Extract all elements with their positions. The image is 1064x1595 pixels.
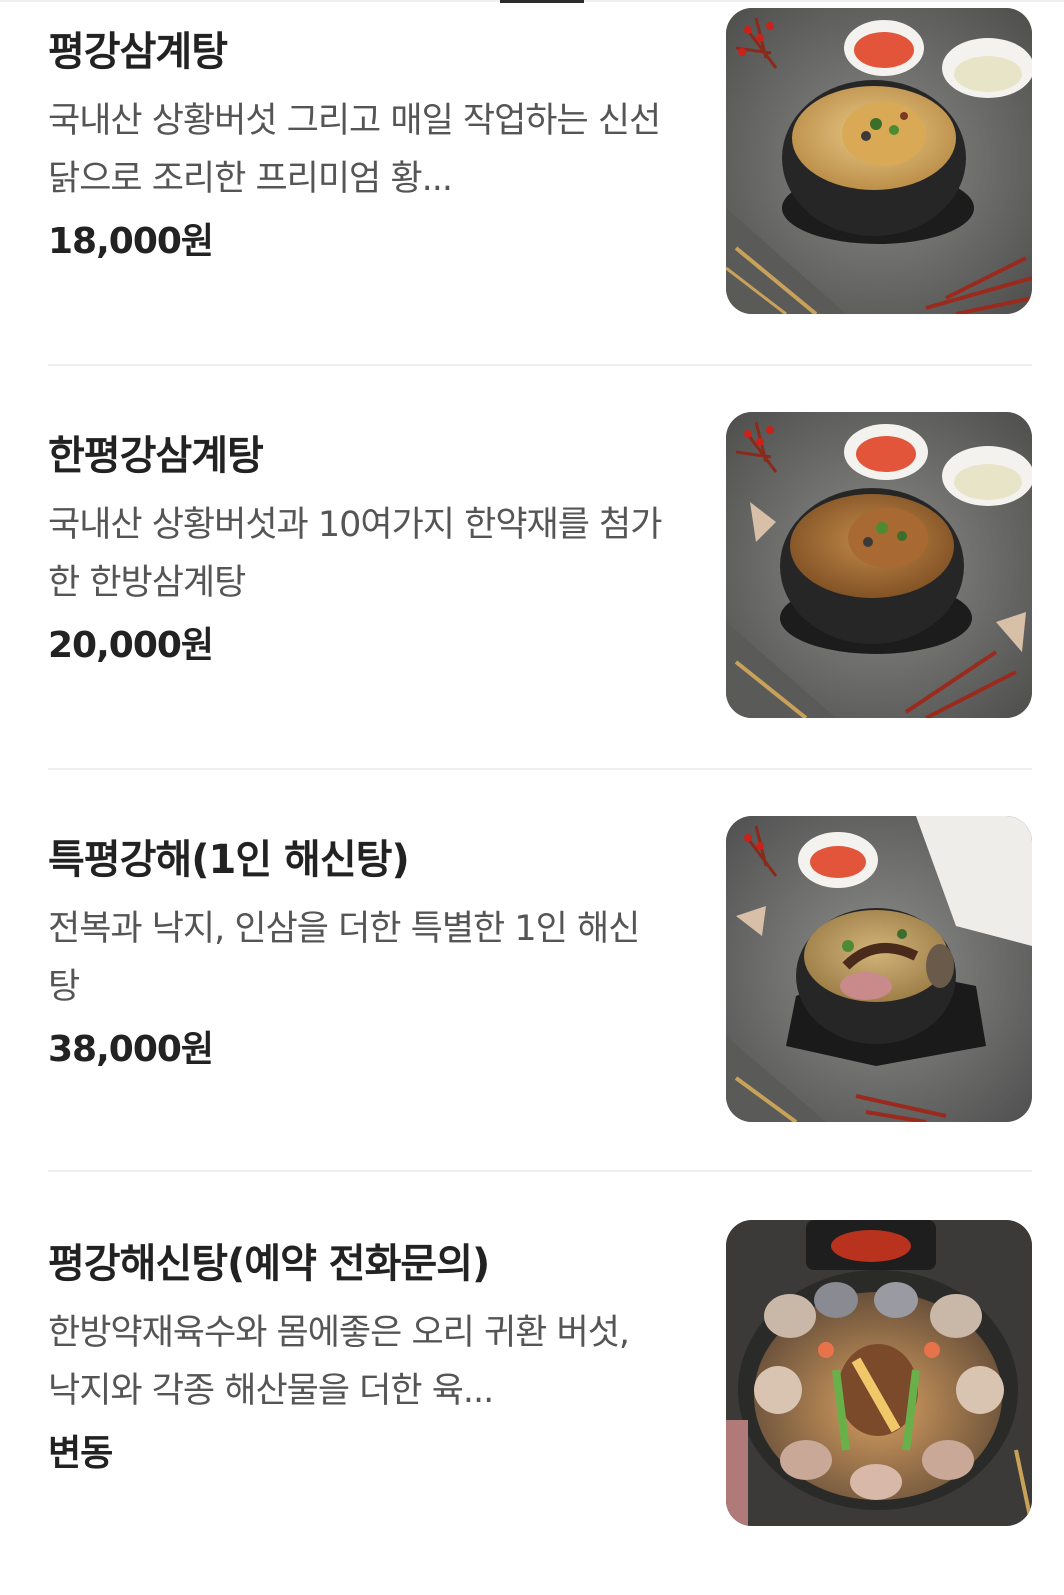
menu-item-name: 한평강삼계탕 <box>48 433 264 479</box>
menu-item-name: 평강삼계탕 <box>48 29 228 75</box>
herbal-samgyetang-photo-art <box>726 412 1032 718</box>
menu-item[interactable]: 한평강삼계탕 국내산 상황버섯과 10여가지 한약재를 첨가한 한방삼계탕 20… <box>48 404 1032 718</box>
menu-item-price: 18,000원 <box>48 221 214 262</box>
divider <box>48 1170 1032 1172</box>
herbal-samgyetang-clay-pot-photo[interactable] <box>726 412 1032 718</box>
menu-item-text: 평강삼계탕 국내산 상황버섯 그리고 매일 작업하는 신선닭으로 조리한 프리미… <box>48 0 668 266</box>
menu-item-price: 38,000원 <box>48 1029 214 1070</box>
menu-item-text: 특평강해(1인 해신탕) 전복과 낙지, 인삼을 더한 특별한 1인 해신탕 3… <box>48 808 668 1074</box>
menu-item-name: 평강해신탕(예약 전화문의) <box>48 1241 490 1287</box>
menu-item-description: 전복과 낙지, 인삼을 더한 특별한 1인 해신탕 <box>48 909 640 1007</box>
seafood-soup-clay-pot-photo[interactable] <box>726 816 1032 1122</box>
samgyetang-photo-art <box>726 8 1032 314</box>
menu-item-description: 국내산 상황버섯과 10여가지 한약재를 첨가한 한방삼계탕 <box>48 505 662 603</box>
menu-item-description: 국내산 상황버섯 그리고 매일 작업하는 신선닭으로 조리한 프리미엄 황... <box>48 101 661 199</box>
seafood-platter-photo-art <box>726 1220 1032 1526</box>
menu-item[interactable]: 특평강해(1인 해신탕) 전복과 낙지, 인삼을 더한 특별한 1인 해신탕 3… <box>48 808 1032 1122</box>
divider <box>48 768 1032 770</box>
menu-item[interactable]: 평강해신탕(예약 전화문의) 한방약재육수와 몸에좋은 오리 귀환 버섯, 낙지… <box>48 1212 1032 1526</box>
menu-item-name: 특평강해(1인 해신탕) <box>48 837 410 883</box>
seafood-soup-photo-art <box>726 816 1032 1122</box>
menu-item-text: 한평강삼계탕 국내산 상황버섯과 10여가지 한약재를 첨가한 한방삼계탕 20… <box>48 404 668 670</box>
menu-item[interactable]: 평강삼계탕 국내산 상황버섯 그리고 매일 작업하는 신선닭으로 조리한 프리미… <box>48 0 1032 314</box>
seafood-platter-pot-photo[interactable] <box>726 1220 1032 1526</box>
menu-item-description: 한방약재육수와 몸에좋은 오리 귀환 버섯, 낙지와 각종 해산물을 더한 육.… <box>48 1313 630 1411</box>
divider <box>48 364 1032 366</box>
menu-item-price: 변동 <box>48 1433 113 1474</box>
menu-item-price: 20,000원 <box>48 625 214 666</box>
samgyetang-clay-pot-photo[interactable] <box>726 8 1032 314</box>
menu-item-text: 평강해신탕(예약 전화문의) 한방약재육수와 몸에좋은 오리 귀환 버섯, 낙지… <box>48 1212 668 1478</box>
